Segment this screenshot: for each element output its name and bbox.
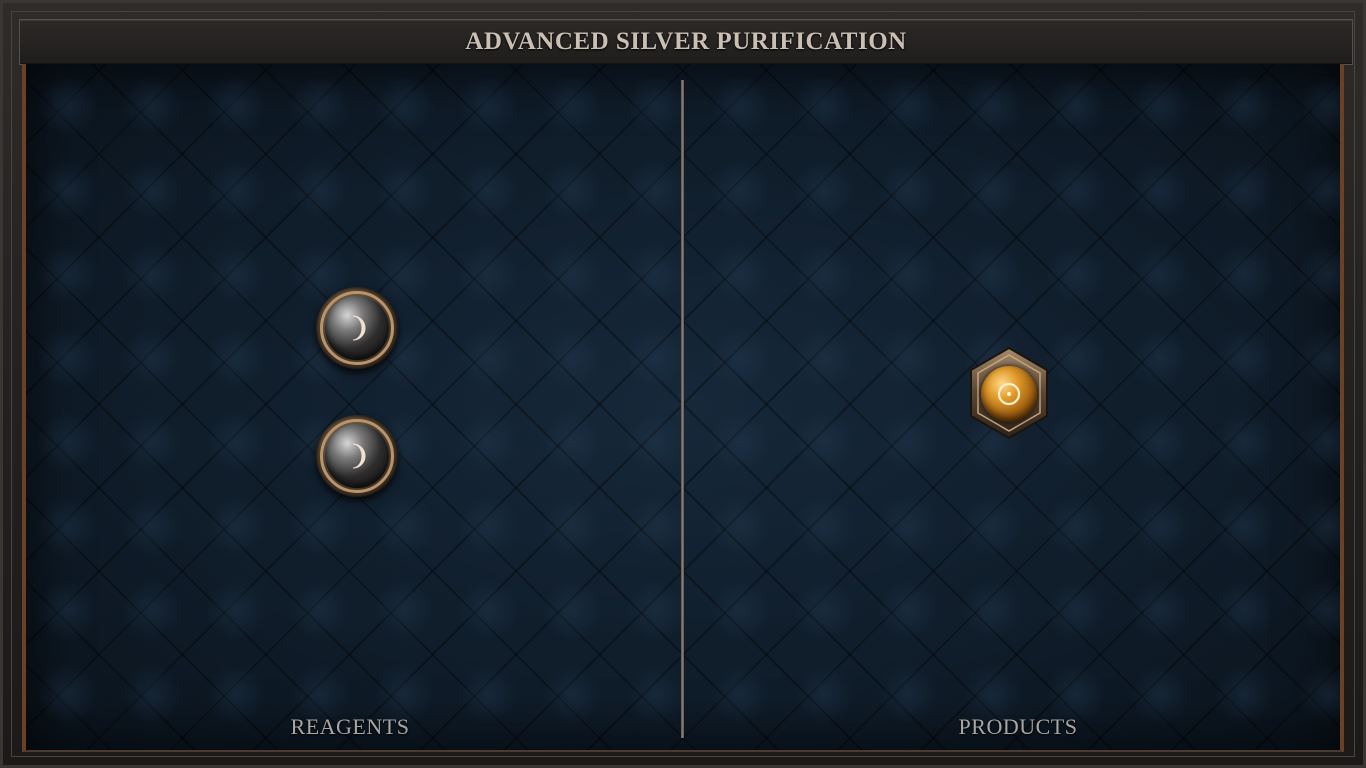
reagent-slot-1[interactable] <box>316 287 398 369</box>
gold-sun-icon <box>981 366 1037 422</box>
product-slot-1[interactable] <box>968 346 1050 440</box>
page-title: ADVANCED SILVER PURIFICATION <box>465 28 907 55</box>
products-label: PRODUCTS <box>958 714 1078 739</box>
reagent-slot-2[interactable] <box>316 415 398 497</box>
silver-moon-icon <box>316 415 398 497</box>
title-bar: ADVANCED SILVER PURIFICATION <box>19 19 1353 65</box>
silver-moon-icon <box>316 287 398 369</box>
reagents-label: REAGENTS <box>290 714 410 739</box>
window-frame: ADVANCED SILVER PURIFICATION REAGENTS PR… <box>0 0 1366 768</box>
panel-divider <box>681 80 684 738</box>
